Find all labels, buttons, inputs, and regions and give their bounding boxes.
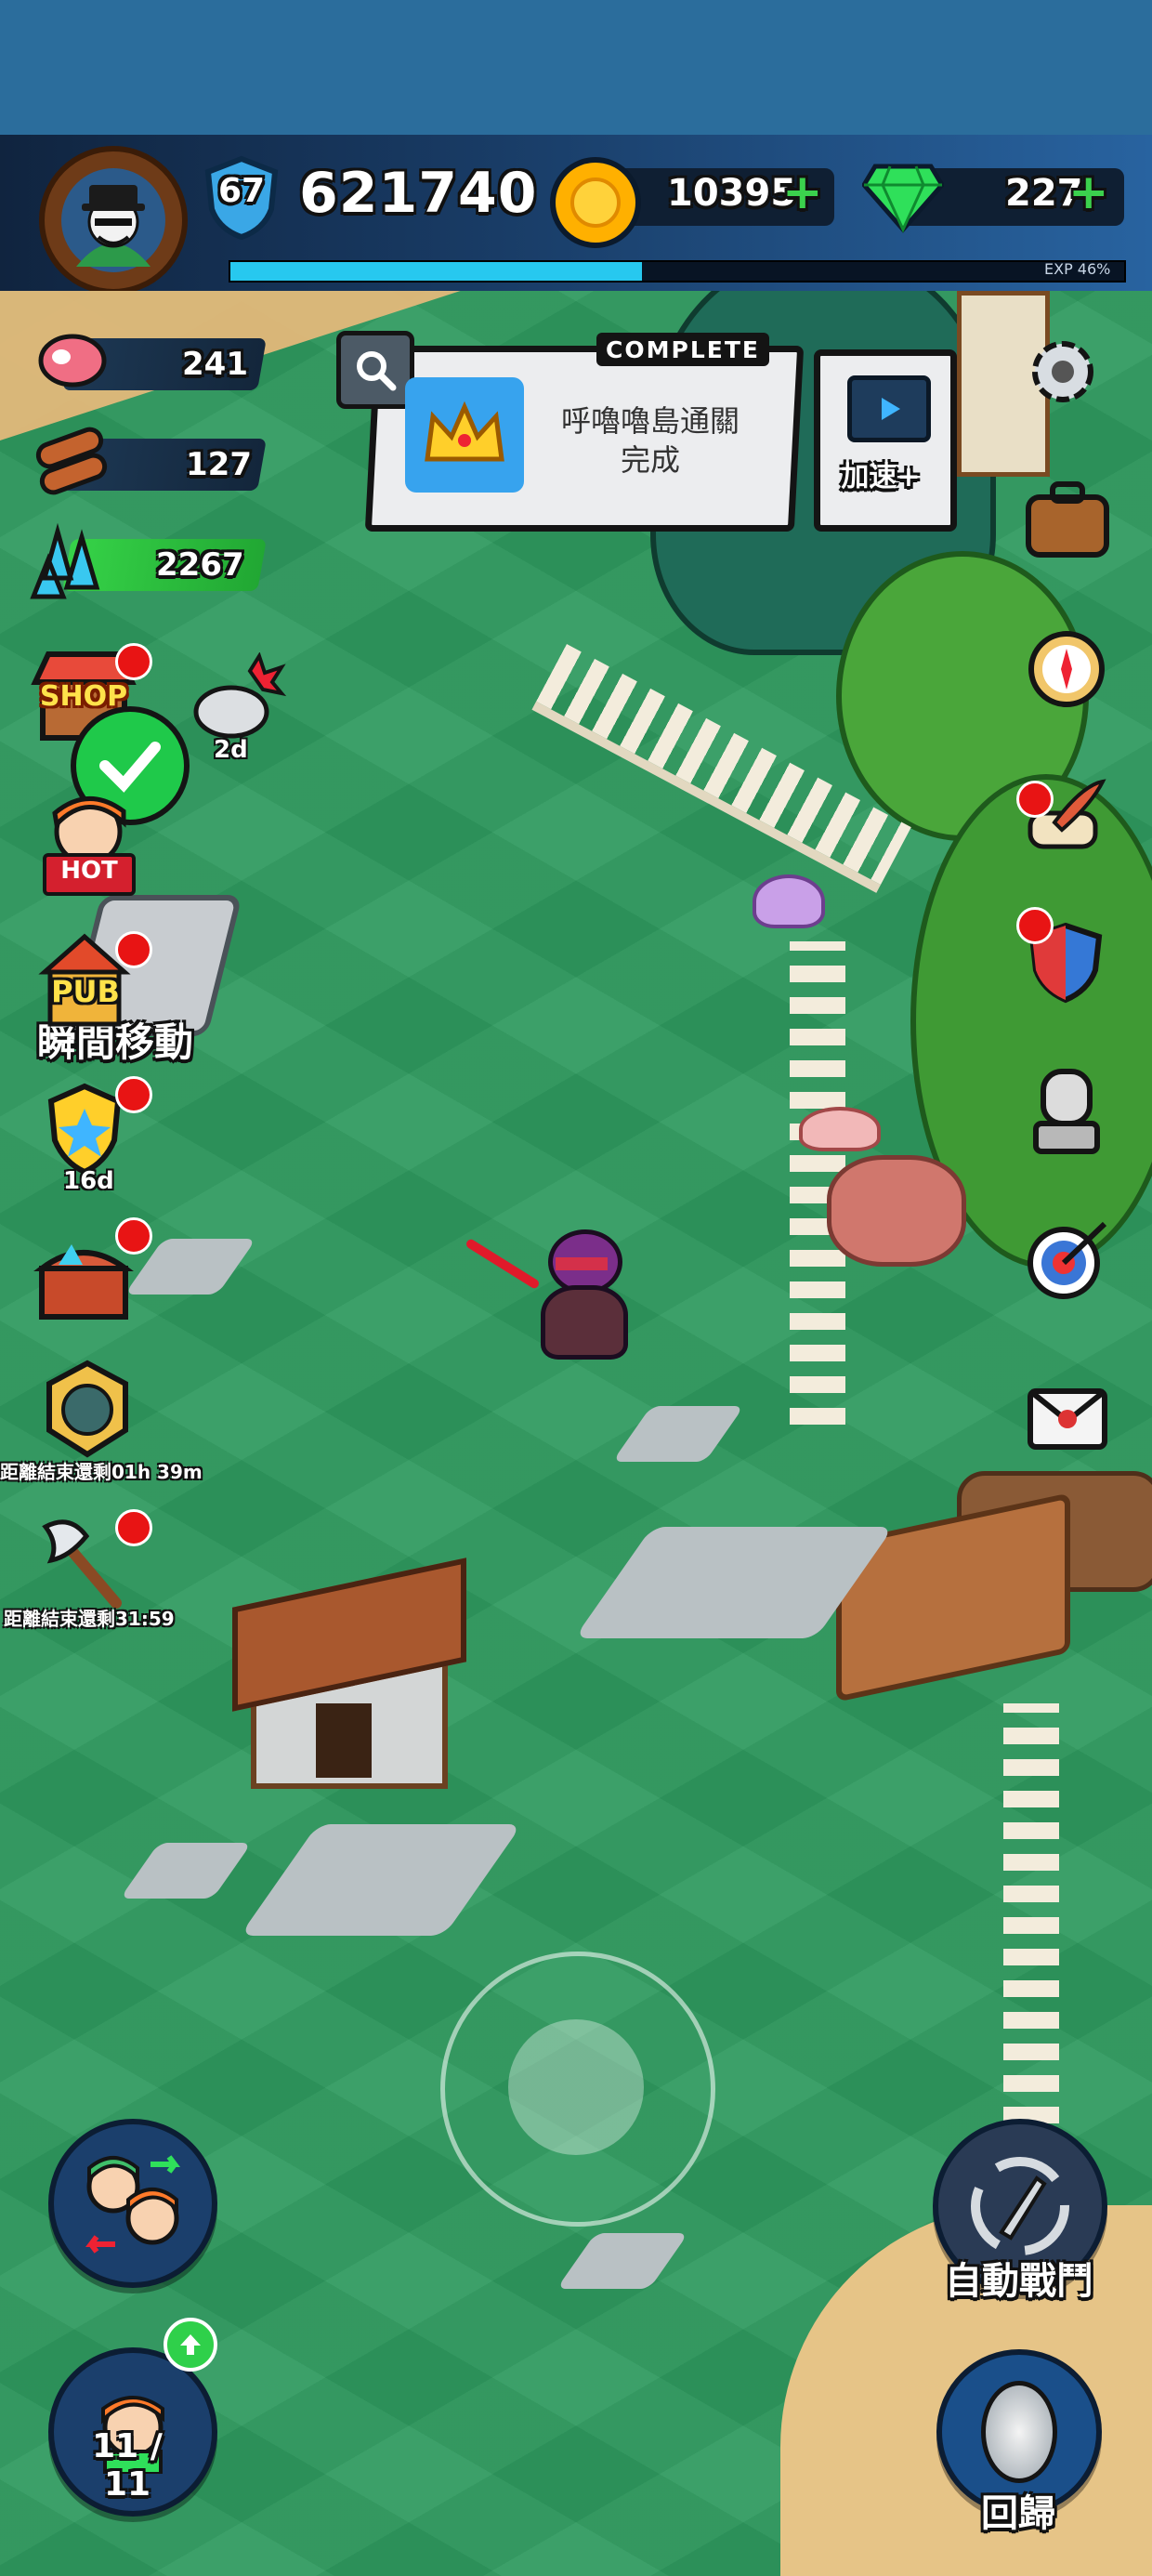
tree-stump bbox=[827, 1155, 966, 1267]
player-hud: 67 621740 10395 + 227 + EXP 46% bbox=[0, 135, 1152, 295]
meat-icon bbox=[33, 325, 111, 400]
player-avatar[interactable] bbox=[39, 146, 188, 295]
stone-statue-icon[interactable] bbox=[1018, 1059, 1115, 1162]
return-label: 回歸 bbox=[981, 2492, 1055, 2535]
green-gem-icon bbox=[862, 159, 944, 233]
purple-mushrooms bbox=[753, 874, 825, 928]
red-mushrooms bbox=[799, 1107, 881, 1151]
exp-bar-fill bbox=[230, 262, 642, 281]
hot-label: HOT bbox=[60, 857, 118, 885]
blue-crystal-icon bbox=[24, 520, 117, 606]
badge-notification-dot bbox=[115, 1076, 152, 1113]
wood-logs-icon bbox=[28, 424, 115, 502]
quest-search-button[interactable] bbox=[336, 331, 414, 409]
axe-timer: 距離結束還剩31:59 bbox=[4, 1608, 175, 1630]
slime-timer: 2d bbox=[214, 736, 248, 764]
event-timer: 距離結束還剩01h 39m bbox=[0, 1461, 203, 1483]
quest-text-line1: 呼嚕嚕島通關 bbox=[560, 403, 740, 439]
bag-icon[interactable] bbox=[1016, 472, 1119, 565]
crystal-amount: 2267 bbox=[156, 546, 244, 584]
swap-heroes-icon bbox=[85, 2155, 180, 2254]
top-status-band bbox=[0, 0, 1152, 135]
auto-battle-label: 自動戰鬥 bbox=[945, 2260, 1093, 2303]
chest-notification-dot bbox=[115, 1217, 152, 1255]
settings-gear-icon[interactable] bbox=[1016, 325, 1109, 418]
add-gold-button[interactable]: + bbox=[782, 164, 823, 220]
joystick-knob[interactable] bbox=[508, 2019, 644, 2155]
player-level: 67 bbox=[217, 172, 266, 210]
portal-icon bbox=[981, 2381, 1057, 2483]
auto-battle-sword-icon bbox=[971, 2157, 1069, 2255]
exp-label: EXP 46% bbox=[1044, 260, 1111, 278]
gold-coin-icon bbox=[550, 157, 641, 248]
mail-envelope-icon[interactable] bbox=[1016, 1359, 1119, 1461]
badge-timer: 16d bbox=[63, 1167, 114, 1195]
wood-amount: 127 bbox=[186, 446, 252, 483]
add-gems-button[interactable]: + bbox=[1068, 164, 1109, 220]
axe-notification-dot bbox=[115, 1509, 152, 1546]
upgrade-arrow-icon bbox=[164, 2318, 217, 2372]
meat-amount: 241 bbox=[182, 346, 248, 383]
quill-notification-dot bbox=[1016, 781, 1054, 818]
crown-icon bbox=[405, 377, 524, 493]
shield-notification-dot bbox=[1016, 907, 1054, 944]
quest-status: COMPLETE bbox=[606, 336, 760, 363]
team-count: 11 / 11 bbox=[92, 2427, 163, 2504]
spiky-slime-icon[interactable] bbox=[182, 651, 290, 743]
pub-label: PUB bbox=[51, 974, 120, 1009]
picket-fence-3 bbox=[1003, 1703, 1059, 2187]
avatar-icon bbox=[61, 168, 165, 272]
pub-notification-dot bbox=[115, 931, 152, 968]
player-power: 621740 bbox=[299, 161, 538, 226]
target-dart-icon[interactable] bbox=[1016, 1208, 1119, 1310]
event-hero-icon[interactable] bbox=[33, 1355, 141, 1463]
shop-notification-dot bbox=[115, 643, 152, 680]
compass-icon[interactable] bbox=[1018, 621, 1115, 717]
swap-heroes-button[interactable] bbox=[48, 2119, 217, 2288]
player-character bbox=[520, 1220, 632, 1360]
video-play-icon bbox=[847, 375, 931, 442]
gold-amount: 10395 bbox=[667, 172, 797, 215]
speedup-label: 加速+ bbox=[841, 461, 921, 493]
exp-bar-track bbox=[229, 260, 1126, 283]
quest-text-line2: 完成 bbox=[620, 442, 680, 478]
magnifier-icon bbox=[357, 351, 397, 391]
stone-house[interactable] bbox=[232, 1557, 466, 1789]
